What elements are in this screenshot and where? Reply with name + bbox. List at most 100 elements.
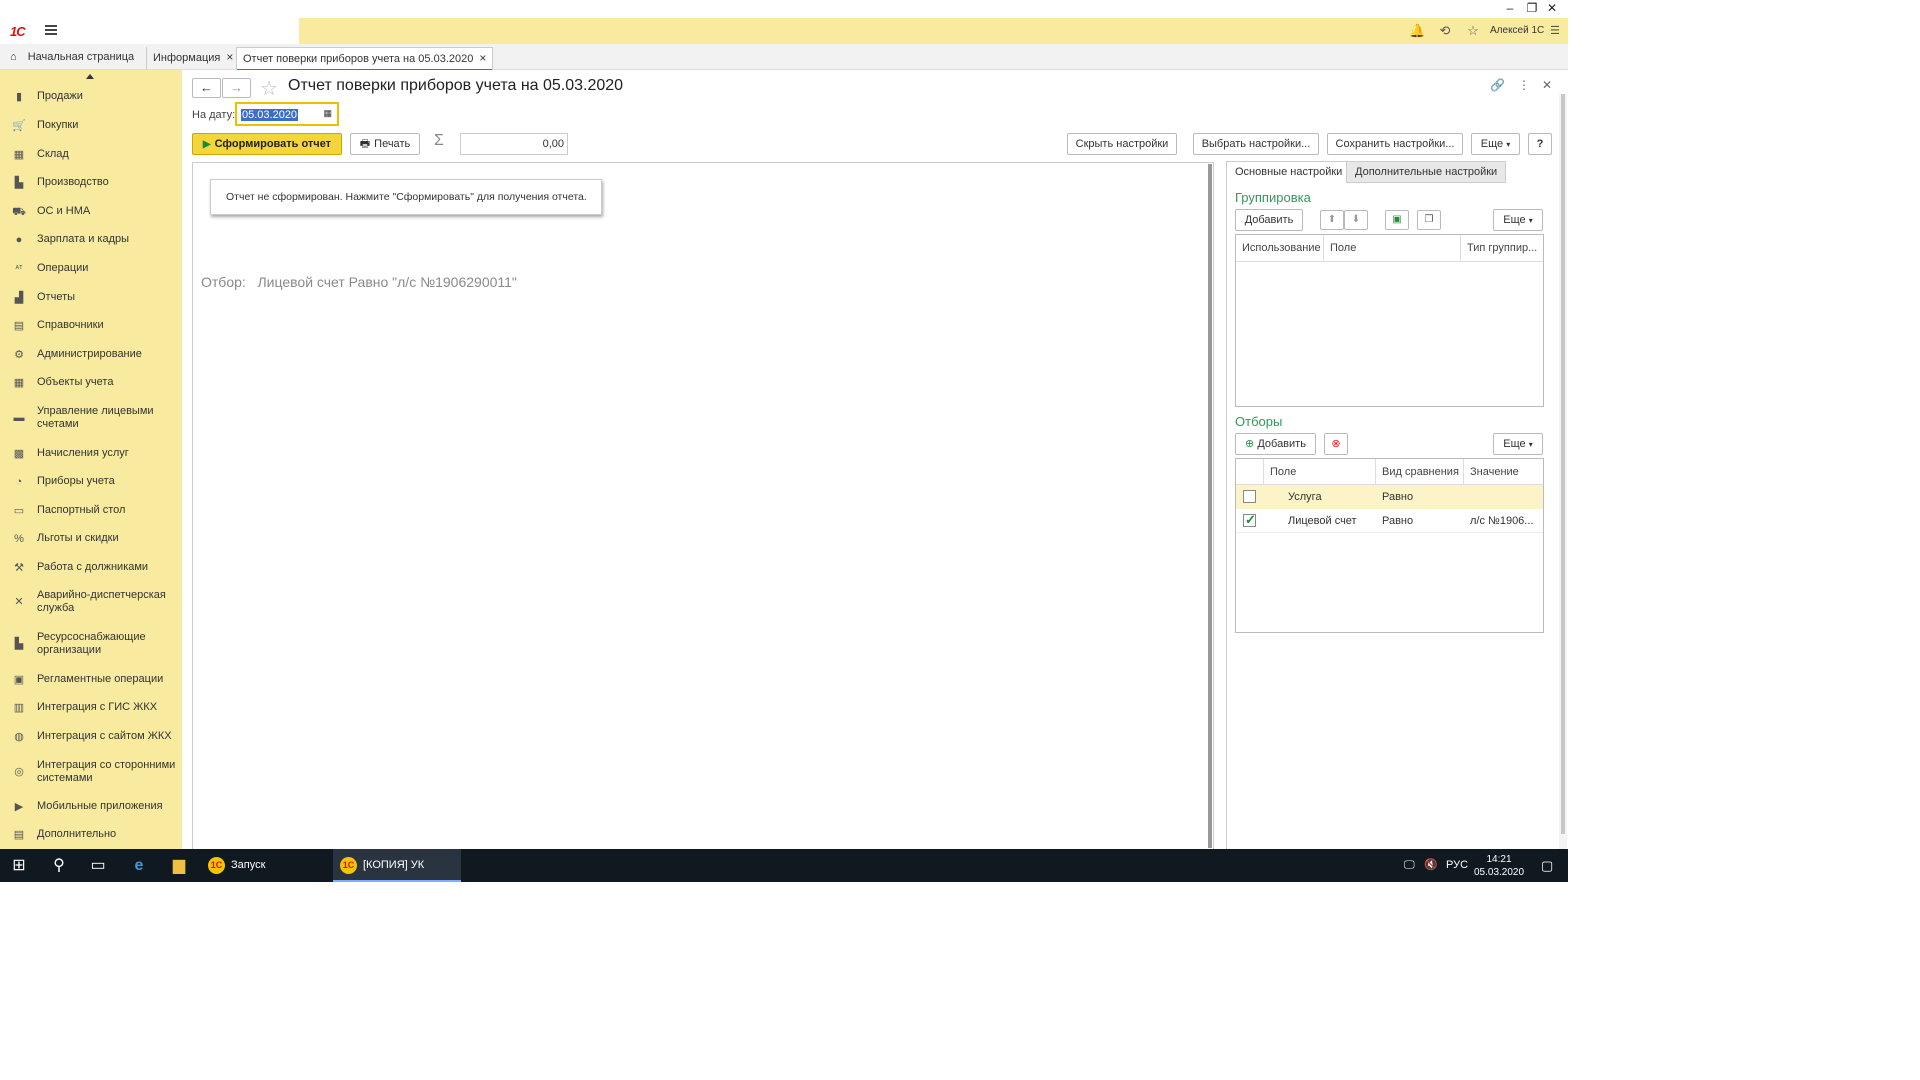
close-tab-icon[interactable]: × [479, 51, 486, 65]
close-window-button[interactable]: ✕ [1537, 0, 1567, 18]
sidebar-item-salary[interactable]: ● Зарплата и кадры [0, 233, 182, 247]
windows-start-icon[interactable]: ⊞ [0, 849, 38, 882]
sidebar-item-purchases[interactable]: 🛒 Покупки [0, 119, 182, 133]
table-row[interactable]: Лицевой счет Равно л/с №1906... [1236, 509, 1543, 533]
menu-icon[interactable] [45, 25, 57, 35]
print-button[interactable]: 🖶 Печать [350, 133, 420, 155]
sidebar-item-emergency-service[interactable]: ✕ Аварийно-диспетчерская служба [0, 589, 182, 615]
grouping-add-button[interactable]: Добавить [1235, 209, 1303, 231]
scroll-up-icon[interactable] [86, 74, 94, 79]
file-explorer-icon[interactable]: ▆ [160, 849, 198, 882]
sidebar-item-passport-desk[interactable]: ▭ Паспортный стол [0, 504, 182, 518]
sidebar-item-fixed-assets[interactable]: ⛟ ОС и НМА [0, 205, 182, 219]
use-checkbox[interactable] [1243, 512, 1256, 528]
task-view-icon[interactable]: ▭ [79, 849, 117, 882]
volume-muted-icon[interactable]: 🔇 [1424, 849, 1438, 882]
taskbar-app-launcher[interactable]: 1С Запуск 1С:Предпр... [201, 849, 329, 904]
move-down-icon[interactable]: ⬇ [1344, 210, 1368, 230]
filter-comparison[interactable]: Равно [1382, 509, 1413, 533]
more-button[interactable]: Еще ▾ [1471, 133, 1520, 155]
forward-button[interactable]: → [222, 78, 251, 98]
filters-table[interactable]: Поле Вид сравнения Значение Услуга Равно… [1235, 458, 1544, 633]
history-icon[interactable]: ⟲ [1437, 23, 1453, 39]
sidebar-item-reports[interactable]: ▟ Отчеты [0, 291, 182, 305]
sidebar-item-service-charges[interactable]: ▩ Начисления услуг [0, 447, 182, 461]
column-header[interactable]: Использование [1236, 235, 1324, 261]
form-scrollbar[interactable] [1559, 94, 1567, 850]
delete-filter-button[interactable]: ⊗ [1324, 433, 1348, 455]
network-icon[interactable]: 🖵 [1404, 849, 1415, 882]
column-header[interactable]: Вид сравнения [1376, 459, 1464, 485]
hide-settings-button[interactable]: Скрыть настройки [1067, 133, 1177, 155]
date-input[interactable]: 05.03.2020 ▦ [235, 102, 339, 126]
button-label: Еще [1503, 214, 1526, 226]
sidebar-item-mobile-apps[interactable]: ▶ Мобильные приложения [0, 800, 182, 814]
grouping-table[interactable]: Использование Поле Тип группир... [1235, 234, 1544, 407]
calendar-icon[interactable]: ▦ [323, 108, 332, 119]
sidebar-item-routine-operations[interactable]: ▣ Регламентные операции [0, 673, 182, 687]
search-icon[interactable]: ⚲ [40, 849, 78, 882]
report-scrollbar[interactable] [1208, 164, 1212, 848]
group-icon[interactable]: ▣ [1385, 210, 1409, 230]
sidebar-item-administration[interactable]: ⚙ Администрирование [0, 348, 182, 362]
save-settings-button[interactable]: Сохранить настройки... [1327, 133, 1463, 155]
move-up-icon[interactable]: ⬆ [1320, 210, 1344, 230]
filter-comparison[interactable]: Равно [1382, 485, 1413, 509]
sidebar-item-operations[interactable]: ᴬᵀ Операции [0, 262, 182, 276]
internet-explorer-icon[interactable]: e [120, 849, 158, 882]
use-checkbox[interactable] [1243, 490, 1256, 503]
sidebar-item-references[interactable]: ▤ Справочники [0, 319, 182, 333]
filters-add-button[interactable]: ⊕ Добавить [1235, 433, 1316, 455]
bell-icon[interactable]: 🔔 [1409, 23, 1425, 39]
favorite-star-icon[interactable]: ☆ [260, 76, 278, 101]
sidebar-item-accounting-objects[interactable]: ▦ Объекты учета [0, 376, 182, 390]
close-tab-icon[interactable]: × [226, 50, 233, 64]
settings-panel: Группировка Добавить ⬆ ⬇ ▣ ❐ Еще ▾ Испол… [1226, 182, 1556, 849]
notifications-icon[interactable]: ▢ [1541, 849, 1553, 882]
link-icon[interactable]: 🔗 [1490, 78, 1505, 92]
tab-info[interactable]: Информация × [146, 47, 239, 70]
favorites-star-icon[interactable]: ☆ [1465, 23, 1481, 39]
sidebar-item-discounts[interactable]: % Льготы и скидки [0, 532, 182, 546]
column-header[interactable]: Значение [1464, 459, 1544, 485]
help-button[interactable]: ? [1528, 133, 1552, 155]
tab-home[interactable]: ⌂ Начальная страница [4, 47, 140, 70]
user-name[interactable]: Алексей 1С [1490, 25, 1544, 36]
grouping-more-button[interactable]: Еще ▾ [1493, 209, 1543, 231]
taskbar-app-uk-sfera[interactable]: 1С [КОПИЯ] УК Сфера [333, 849, 461, 904]
filter-value[interactable]: л/с №1906... [1470, 509, 1540, 533]
column-header[interactable]: Тип группир... [1461, 235, 1543, 261]
back-button[interactable]: ← [192, 78, 221, 98]
building-icon: ▥ [13, 702, 25, 714]
minimize-button[interactable]: – [1495, 0, 1525, 18]
scrollbar-thumb[interactable] [1561, 94, 1565, 834]
sidebar-item-personal-accounts[interactable]: ▬ Управление лицевыми счетами [0, 405, 182, 431]
report-document-area[interactable]: Отчет не сформирован. Нажмите "Сформиров… [192, 162, 1214, 850]
sidebar-item-warehouse[interactable]: ▦ Склад [0, 148, 182, 162]
sidebar-item-site-integration[interactable]: ◍ Интеграция с сайтом ЖКХ [0, 730, 182, 744]
copy-icon[interactable]: ❐ [1417, 210, 1441, 230]
column-header[interactable]: Поле [1324, 235, 1461, 261]
language-indicator[interactable]: РУС [1446, 849, 1468, 882]
settings-menu-icon[interactable]: ☰ [1547, 23, 1563, 39]
generate-report-button[interactable]: ▶ Сформировать отчет [192, 133, 342, 155]
sidebar-item-sales[interactable]: ▮ Продажи [0, 90, 182, 104]
tab-main-settings[interactable]: Основные настройки [1226, 161, 1352, 183]
column-header[interactable]: Поле [1264, 459, 1376, 485]
sidebar-item-additional[interactable]: ▤ Дополнительно [0, 828, 182, 842]
more-vertical-icon[interactable]: ⋮ [1518, 78, 1530, 92]
tab-report[interactable]: Отчет поверки приборов учета на 05.03.20… [236, 47, 494, 71]
sidebar-item-external-integration[interactable]: ◎ Интеграция со сторонними системами [0, 759, 182, 785]
close-form-icon[interactable]: ✕ [1542, 78, 1552, 92]
sidebar-item-meters[interactable]: ◔ Приборы учета [0, 475, 182, 489]
tab-extra-settings[interactable]: Дополнительные настройки [1346, 161, 1507, 183]
choose-settings-button[interactable]: Выбрать настройки... [1193, 133, 1319, 155]
sidebar-item-resource-suppliers[interactable]: ▙ Ресурсоснабжающие организации [0, 631, 182, 657]
sidebar-item-production[interactable]: ▙ Производство [0, 176, 182, 190]
system-clock[interactable]: 14:21 05.03.2020 [1474, 853, 1524, 879]
filters-more-button[interactable]: Еще ▾ [1493, 433, 1543, 455]
sidebar-item-debtors[interactable]: ⚒ Работа с должниками [0, 561, 182, 575]
table-row[interactable]: Услуга Равно [1236, 485, 1543, 509]
sidebar-item-gis-integration[interactable]: ▥ Интеграция с ГИС ЖКХ [0, 701, 182, 715]
1c-app-icon: 1С [208, 857, 225, 874]
